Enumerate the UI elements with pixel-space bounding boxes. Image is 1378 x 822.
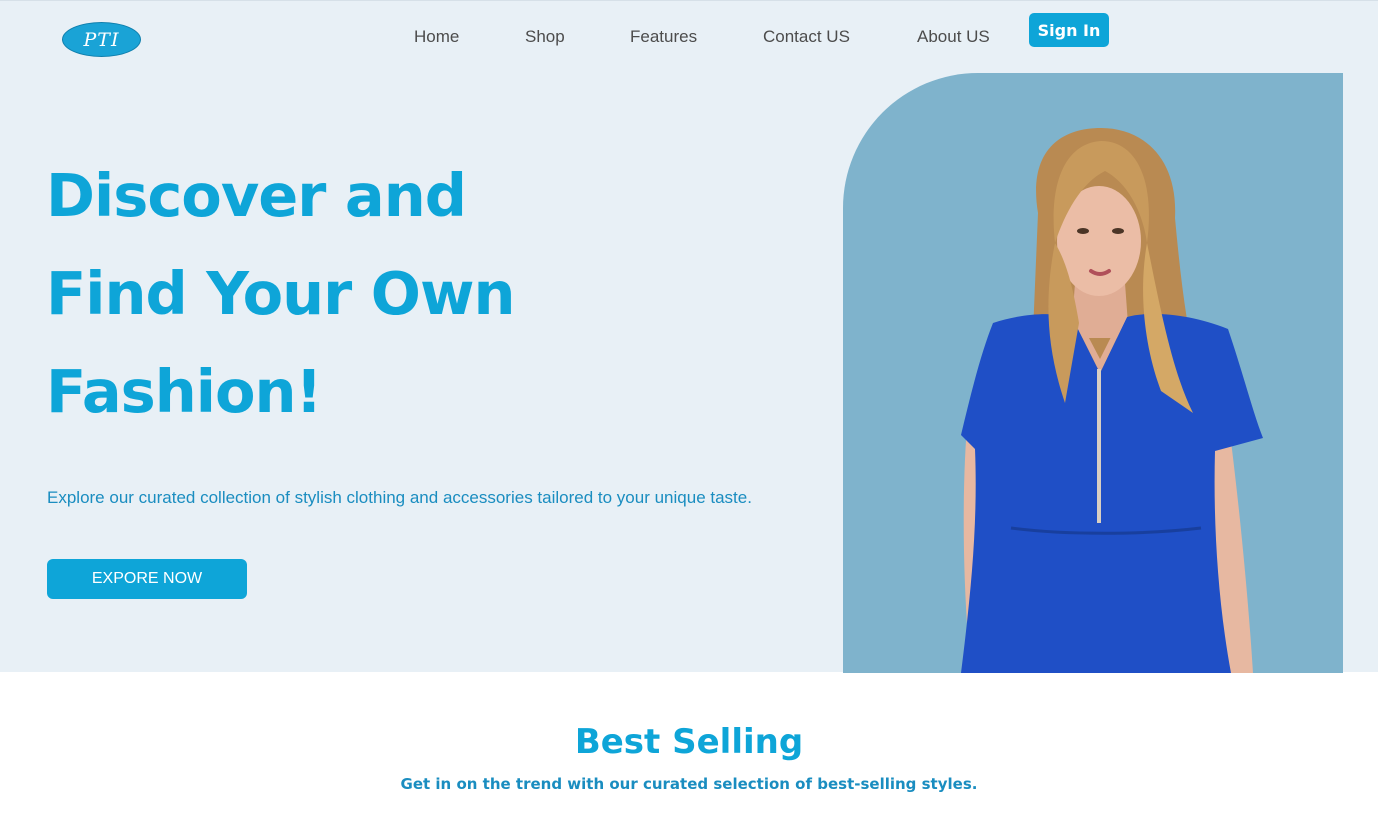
nav-contact-us[interactable]: Contact US: [763, 27, 850, 47]
sign-in-button[interactable]: Sign In: [1029, 13, 1109, 47]
nav-features[interactable]: Features: [630, 27, 697, 47]
hero-title: Discover and Find Your Own Fashion!: [46, 147, 666, 441]
hero-title-line: Fashion!: [46, 357, 322, 426]
nav-shop[interactable]: Shop: [525, 27, 565, 47]
hero-title-line: Discover and: [46, 161, 467, 230]
logo-text: PTI: [83, 28, 120, 51]
best-selling-title: Best Selling: [574, 722, 804, 762]
hero-section: PTI Home Shop Features Contact US About …: [0, 0, 1378, 673]
best-selling-subtitle: Get in on the trend with our curated sel…: [400, 775, 978, 793]
hero-model-image: [843, 73, 1343, 673]
nav-about-us[interactable]: About US: [917, 27, 990, 47]
hero-title-line: Find Your Own: [46, 259, 515, 328]
hero-subtitle: Explore our curated collection of stylis…: [47, 488, 752, 507]
brand-logo[interactable]: PTI: [62, 22, 141, 57]
nav-home[interactable]: Home: [414, 27, 459, 47]
model-illustration: [961, 128, 1263, 673]
explore-now-button[interactable]: EXPORE NOW: [47, 559, 247, 599]
